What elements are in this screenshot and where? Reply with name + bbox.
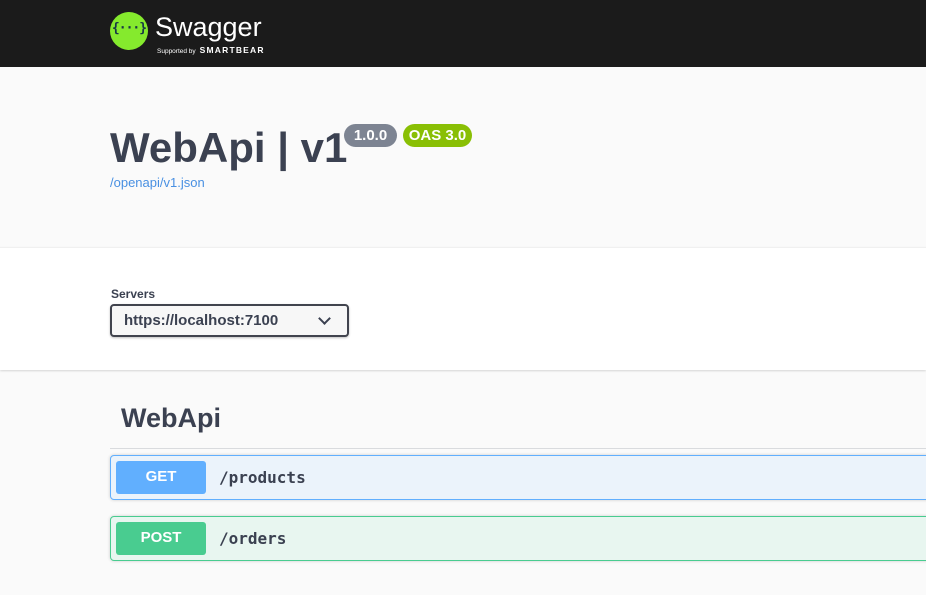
brand-trademark: . xyxy=(247,26,249,33)
brand-subtitle: Supported by SMARTBEAR xyxy=(157,45,265,55)
method-badge-get: GET xyxy=(116,461,206,494)
operation-get-products[interactable]: GET /products xyxy=(110,455,926,500)
spec-link[interactable]: /openapi/v1.json xyxy=(110,175,205,190)
brand-name: Swagger xyxy=(155,12,262,42)
company-name: SMARTBEAR xyxy=(199,45,265,55)
api-info: WebApi | v1 1.0.0 OAS 3.0 /openapi/v1.js… xyxy=(0,67,926,247)
tag-header[interactable]: WebApi xyxy=(110,395,926,449)
method-badge-post: POST xyxy=(116,522,206,555)
servers-section: Servers https://localhost:7100 xyxy=(0,247,926,370)
logo-glyph: {···} xyxy=(111,21,147,36)
version-badge: 1.0.0 xyxy=(344,124,397,147)
servers-label: Servers xyxy=(111,287,156,301)
operation-path: /orders xyxy=(219,529,287,548)
api-title: WebApi | v1 xyxy=(110,124,348,171)
supported-by-text: Supported by xyxy=(157,48,196,55)
swagger-logo-icon[interactable]: {···} xyxy=(110,12,148,50)
tag-title: WebApi xyxy=(121,403,221,433)
chevron-down-icon xyxy=(318,312,331,325)
oas-badge: OAS 3.0 xyxy=(403,124,472,147)
operation-path: /products xyxy=(219,468,306,487)
servers-select[interactable]: https://localhost:7100 xyxy=(110,304,349,337)
operation-post-orders[interactable]: POST /orders xyxy=(110,516,926,561)
topbar: {···} Swagger . Supported by SMARTBEAR xyxy=(0,0,926,67)
selected-server: https://localhost:7100 xyxy=(124,312,279,329)
